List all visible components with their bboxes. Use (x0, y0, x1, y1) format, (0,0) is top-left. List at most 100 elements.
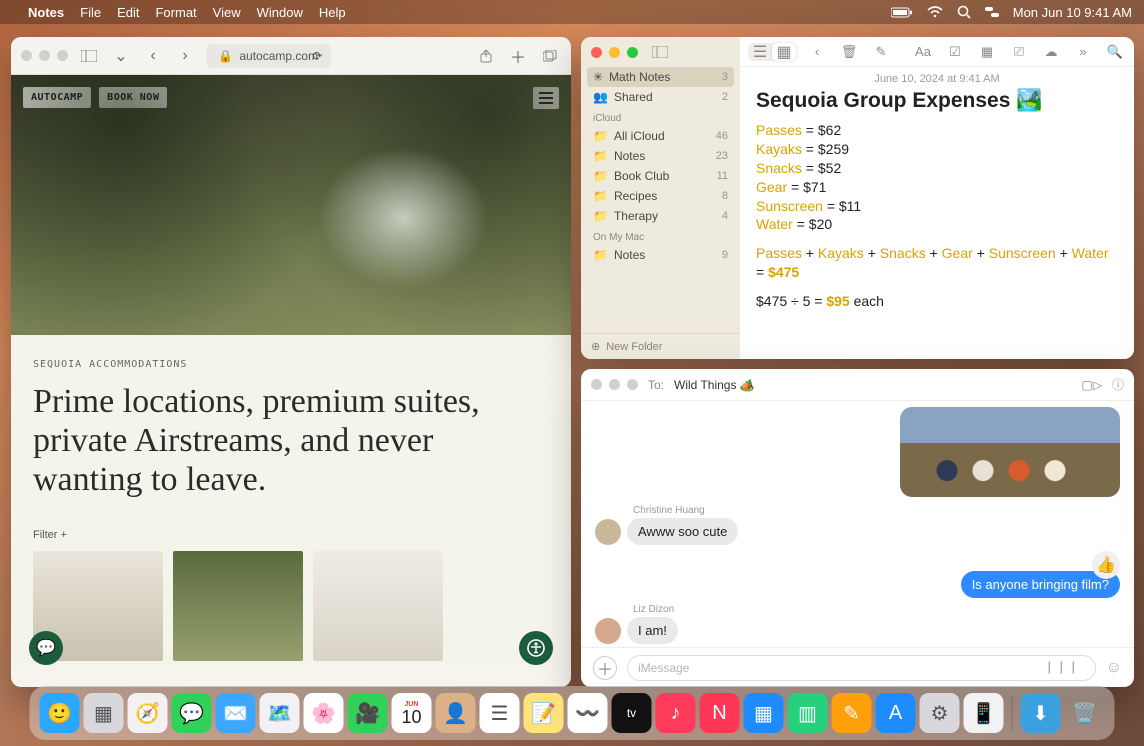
dock-news[interactable]: N (700, 693, 740, 733)
tapback-reaction[interactable]: 👍 (1092, 551, 1120, 579)
window-controls[interactable] (591, 47, 638, 58)
window-controls[interactable] (591, 379, 638, 390)
dock-settings[interactable]: ⚙︎ (920, 693, 960, 733)
dock-contacts[interactable]: 👤 (436, 693, 476, 733)
delete-icon[interactable]: 🗑 (838, 42, 860, 62)
forward-icon[interactable]: › (174, 45, 196, 67)
audio-icon[interactable]: ⎸⎸⎸ (1049, 660, 1085, 675)
dock-appstore[interactable]: A (876, 693, 916, 733)
chevron-down-icon[interactable]: ⌄ (110, 45, 132, 67)
book-now-button[interactable]: BOOK NOW (99, 87, 167, 108)
dock-music[interactable]: ♪ (656, 693, 696, 733)
sidebar-icon[interactable] (78, 45, 100, 67)
conversation-view[interactable]: Christine Huang Awww soo cute 👍 Is anyon… (581, 401, 1134, 647)
table-icon[interactable]: ▦ (976, 42, 998, 62)
dock-pages[interactable]: ✎ (832, 693, 872, 733)
back-icon[interactable]: ‹ (806, 42, 828, 62)
menu-view[interactable]: View (213, 5, 241, 20)
dock-photos[interactable]: 🌸 (304, 693, 344, 733)
sidebar-item-shared[interactable]: 👥Shared2 (581, 87, 740, 107)
emoji-icon[interactable]: ☺ (1106, 659, 1122, 677)
spotlight-icon[interactable] (957, 5, 971, 19)
menu-clock[interactable]: Mon Jun 10 9:41 AM (1013, 5, 1132, 20)
dock-finder[interactable]: 🙂 (40, 693, 80, 733)
sidebar-label: Notes (614, 248, 645, 262)
tabs-icon[interactable] (539, 45, 561, 67)
share-icon[interactable] (475, 45, 497, 67)
conversation-name[interactable]: Wild Things 🏕️ (674, 378, 755, 392)
menu-edit[interactable]: Edit (117, 5, 139, 20)
list-view-icon[interactable]: ☰ (748, 43, 772, 61)
view-toggle[interactable]: ☰ ▦ (748, 43, 796, 61)
message-bubble[interactable]: Awww soo cute (627, 518, 738, 545)
message-input[interactable]: iMessage ⎸⎸⎸ (627, 655, 1096, 681)
chat-fab-icon[interactable]: 💬 (29, 631, 63, 665)
dock-reminders[interactable]: ☰ (480, 693, 520, 733)
note-title[interactable]: Sequoia Group Expenses 🏞️ (740, 87, 1134, 121)
sidebar-item-math-notes[interactable]: ✳︎Math Notes3 (587, 67, 734, 87)
sidebar-item[interactable]: 📁Therapy4 (581, 206, 740, 226)
search-icon[interactable]: 🔍 (1104, 42, 1126, 62)
dock-numbers[interactable]: ▥ (788, 693, 828, 733)
apps-icon[interactable]: ＋ (593, 656, 617, 680)
sidebar-item[interactable]: 📁Recipes8 (581, 186, 740, 206)
facetime-icon[interactable]: ▢▷ (1081, 378, 1102, 392)
dock-safari[interactable]: 🧭 (128, 693, 168, 733)
format-icon[interactable]: Aa (912, 42, 934, 62)
wifi-icon[interactable] (927, 6, 943, 18)
sidebar-item[interactable]: 📁Book Club11 (581, 166, 740, 186)
message-bubble[interactable]: I am! (627, 617, 678, 644)
window-controls[interactable] (21, 50, 68, 61)
dock-maps[interactable]: 🗺️ (260, 693, 300, 733)
sidebar-item[interactable]: 📁Notes23 (581, 146, 740, 166)
dock-trash[interactable]: 🗑️ (1065, 693, 1105, 733)
dock-keynote[interactable]: ▦ (744, 693, 784, 733)
menu-file[interactable]: File (80, 5, 101, 20)
info-icon[interactable]: ⓘ (1112, 376, 1124, 393)
new-tab-icon[interactable]: ＋ (507, 45, 529, 67)
menu-format[interactable]: Format (155, 5, 196, 20)
media-icon[interactable]: ⎚ (1008, 42, 1030, 62)
avatar[interactable] (595, 618, 621, 644)
more-icon[interactable]: » (1072, 42, 1094, 62)
logo-badge[interactable]: AUTOCAMP (23, 87, 91, 108)
dock-facetime[interactable]: 🎥 (348, 693, 388, 733)
sidebar-item[interactable]: 📁Notes9 (581, 245, 740, 265)
app-menu[interactable]: Notes (28, 5, 64, 20)
sidebar-count: 9 (722, 249, 728, 261)
menu-help[interactable]: Help (319, 5, 346, 20)
sent-photo[interactable] (900, 407, 1120, 497)
link-icon[interactable]: ☁︎ (1040, 42, 1062, 62)
accessibility-fab-icon[interactable] (519, 631, 553, 665)
section-on-my-mac: On My Mac (581, 226, 740, 245)
battery-icon[interactable] (891, 7, 913, 18)
dock-downloads[interactable]: ⬇︎ (1021, 693, 1061, 733)
menu-window[interactable]: Window (257, 5, 303, 20)
sidebar-toggle-icon[interactable] (652, 46, 668, 58)
filter-button[interactable]: Filter + (33, 529, 549, 541)
note-body[interactable]: Passes = $62Kayaks = $259Snacks = $52Gea… (740, 121, 1134, 311)
dock-calendar[interactable]: JUN10 (392, 693, 432, 733)
dock-launchpad[interactable]: ▦ (84, 693, 124, 733)
dock-mail[interactable]: ✉️ (216, 693, 256, 733)
new-folder-label: New Folder (606, 341, 662, 353)
dock-notes[interactable]: 📝 (524, 693, 564, 733)
gallery-view-icon[interactable]: ▦ (772, 43, 796, 61)
control-center-icon[interactable] (985, 6, 999, 18)
compose-icon[interactable]: ✎ (870, 42, 892, 62)
avatar[interactable] (595, 519, 621, 545)
hamburger-icon[interactable] (533, 87, 559, 109)
back-icon[interactable]: ‹ (142, 45, 164, 67)
dock-freeform[interactable]: 〰️ (568, 693, 608, 733)
dock-iphone[interactable]: 📱 (964, 693, 1004, 733)
dock-messages[interactable]: 💬 (172, 693, 212, 733)
sidebar-item[interactable]: 📁All iCloud46 (581, 126, 740, 146)
thumb-3[interactable] (313, 551, 443, 661)
thumb-2[interactable] (173, 551, 303, 661)
new-folder-button[interactable]: ⊕New Folder (581, 333, 740, 359)
checklist-icon[interactable]: ☑︎ (944, 42, 966, 62)
reload-icon[interactable]: ⟳ (312, 49, 322, 63)
dock-tv[interactable]: tv (612, 693, 652, 733)
address-bar[interactable]: 🔒 autocamp.com ⟳ (206, 44, 331, 68)
dock: 🙂▦🧭💬✉️🗺️🌸🎥JUN10👤☰📝〰️tv♪N▦▥✎A⚙︎📱 ⬇︎🗑️ (30, 686, 1115, 740)
